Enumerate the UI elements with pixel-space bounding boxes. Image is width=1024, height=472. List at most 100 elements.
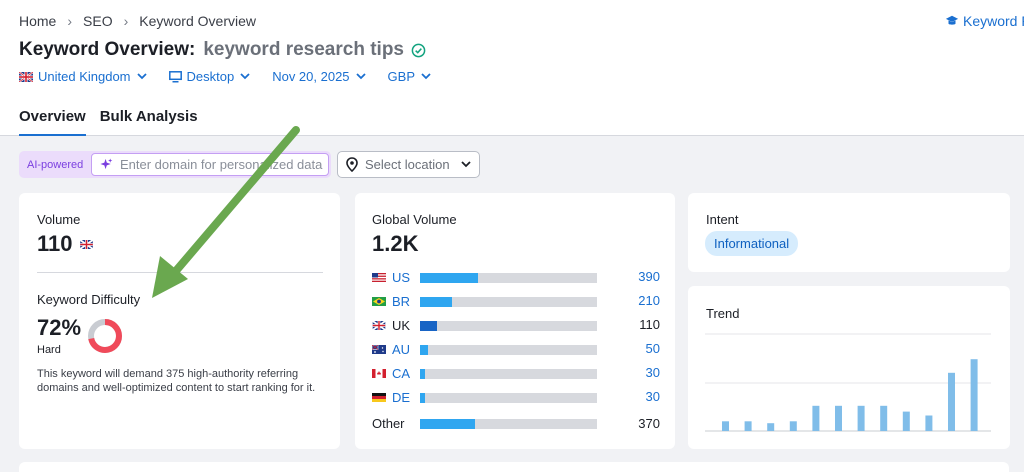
country-bar-fill <box>420 393 426 403</box>
ca-flag-icon <box>372 368 386 378</box>
page-title-prefix: Keyword Overview: <box>19 39 196 60</box>
breadcrumb-current: Keyword Overview <box>139 13 256 29</box>
uk-flag-icon <box>372 320 386 330</box>
country-volume: 210 <box>638 293 660 308</box>
keyword-difficulty-value: 72% <box>37 315 82 340</box>
sparkle-icon <box>100 158 113 170</box>
page-title: Keyword Overview: keyword research tips <box>19 39 426 61</box>
country-bar-fill <box>420 369 426 379</box>
card-divider <box>37 272 323 273</box>
breadcrumb-home[interactable]: Home <box>19 13 56 29</box>
country-row-uk[interactable]: UK 110 <box>372 313 662 337</box>
keyword-difficulty-grade: Hard <box>37 344 61 356</box>
device-label: Desktop <box>186 69 235 84</box>
chevron-down-icon <box>355 73 366 80</box>
currency-label: GBP <box>387 69 416 84</box>
location-placeholder: Select location <box>365 157 450 172</box>
trend-label: Trend <box>706 306 740 321</box>
other-volume: 370 <box>638 416 660 431</box>
chevron-down-icon <box>461 161 471 168</box>
trend-bar[interactable] <box>722 421 729 431</box>
country-row-ca[interactable]: CA 30 <box>372 361 662 385</box>
location-pin-icon <box>346 157 358 172</box>
trend-chart <box>705 333 991 432</box>
date-label: Nov 20, 2025 <box>272 69 350 84</box>
global-volume-label: Global Volume <box>372 212 457 227</box>
trend-bar[interactable] <box>835 405 842 431</box>
breadcrumb: Home › SEO › Keyword Overview <box>19 13 256 29</box>
trend-bar[interactable] <box>857 405 865 431</box>
global-volume-rows: US 390 BR 210 UK 110 AU 50 CA 30 DE 30 <box>372 265 662 409</box>
intent-label: Intent <box>706 212 739 227</box>
page-title-keyword: keyword research tips <box>203 39 404 60</box>
other-label: Other <box>372 416 405 431</box>
volume-value-row: 110 <box>37 231 93 257</box>
country-code: US <box>392 269 411 285</box>
country-bar-track <box>420 345 597 355</box>
country-row-br[interactable]: BR 210 <box>372 289 662 313</box>
chevron-right-icon: › <box>67 13 73 29</box>
database-label: United Kingdom <box>38 69 131 84</box>
date-dropdown[interactable]: Nov 20, 2025 <box>272 69 366 84</box>
volume-value: 110 <box>37 231 73 256</box>
country-bar-fill <box>420 321 437 331</box>
keyword-research-link[interactable]: Keyword R <box>945 13 1024 29</box>
country-row-us[interactable]: US 390 <box>372 265 662 289</box>
country-bar-fill <box>420 273 479 283</box>
trend-bar[interactable] <box>767 423 775 431</box>
trend-bar[interactable] <box>902 411 910 431</box>
country-volume: 30 <box>645 365 660 380</box>
other-bar-fill <box>420 419 475 429</box>
intent-badge[interactable]: Informational <box>705 231 799 256</box>
country-bar-track <box>420 369 597 379</box>
keyword-difficulty-donut <box>88 319 122 353</box>
currency-dropdown[interactable]: GBP <box>388 69 431 84</box>
next-section-card <box>19 462 1009 472</box>
de-flag-icon <box>372 392 386 402</box>
other-bar-track <box>420 419 597 429</box>
br-flag-icon <box>372 296 386 306</box>
country-bar-fill <box>420 345 428 355</box>
country-volume: 30 <box>645 389 660 404</box>
country-code: DE <box>392 389 411 405</box>
trend-bar[interactable] <box>744 421 752 431</box>
breadcrumb-seo[interactable]: SEO <box>83 13 113 29</box>
desktop-icon <box>168 70 182 82</box>
trend-bar[interactable] <box>789 421 797 431</box>
us-flag-icon <box>372 272 386 282</box>
location-select[interactable]: Select location <box>337 151 480 178</box>
keyword-research-label: Keyword R <box>963 13 1024 29</box>
database-dropdown[interactable]: United Kingdom <box>19 69 147 84</box>
chevron-down-icon <box>421 73 431 80</box>
country-code: CA <box>392 365 411 381</box>
tab-overview[interactable]: Overview <box>19 108 86 136</box>
country-volume: 50 <box>645 341 660 356</box>
volume-label: Volume <box>37 212 81 227</box>
ai-powered-badge: AI-powered <box>27 158 84 171</box>
intent-card: Intent Informational <box>688 193 1010 272</box>
keyword-difficulty-description: This keyword will demand 375 high-author… <box>37 368 316 394</box>
tab-bulk-analysis[interactable]: Bulk Analysis <box>100 108 198 136</box>
domain-input[interactable]: Enter domain for personalized data <box>91 153 329 176</box>
trend-bar[interactable] <box>880 405 888 431</box>
trend-bar[interactable] <box>812 405 820 431</box>
trend-bar[interactable] <box>925 415 933 432</box>
country-row-de[interactable]: DE 30 <box>372 385 662 409</box>
country-bar-fill <box>420 297 452 307</box>
country-bar-track <box>420 393 597 403</box>
tabs: Overview Bulk Analysis <box>19 108 198 136</box>
keyword-difficulty-label: Keyword Difficulty <box>37 292 141 307</box>
country-code: UK <box>392 317 411 333</box>
country-row-other: Other 370 <box>372 413 662 437</box>
country-bar-track <box>420 321 597 331</box>
uk-flag-icon <box>19 71 33 82</box>
country-volume: 390 <box>638 269 660 284</box>
chevron-down-icon <box>136 73 147 80</box>
trend-bar[interactable] <box>970 359 978 431</box>
volume-card: Volume 110 Keyword Difficulty 72% Hard T… <box>19 193 340 449</box>
global-volume-value: 1.2K <box>372 231 419 256</box>
country-volume: 110 <box>639 317 660 332</box>
trend-bar[interactable] <box>948 372 955 431</box>
country-row-au[interactable]: AU 50 <box>372 337 662 361</box>
device-dropdown[interactable]: Desktop <box>168 69 251 84</box>
